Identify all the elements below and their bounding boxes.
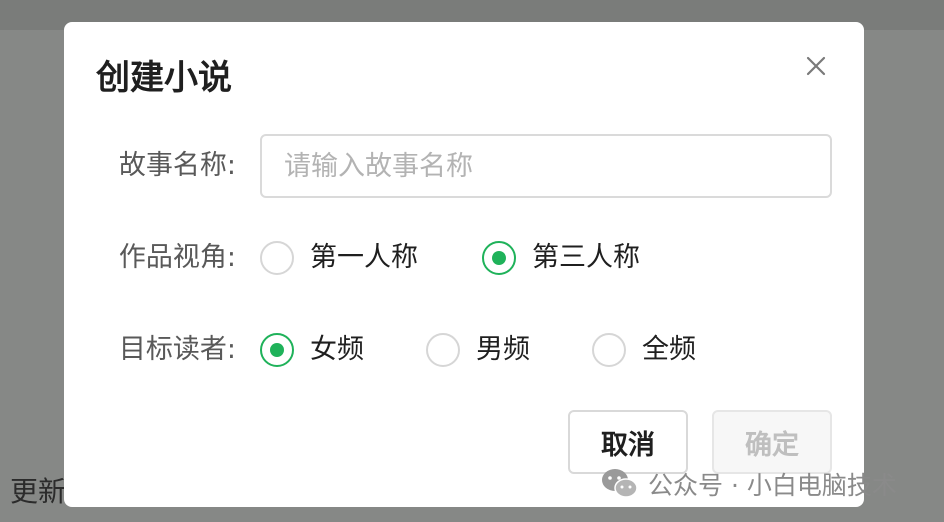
wechat-icon: [600, 466, 640, 502]
audience-female-radio[interactable]: 女频: [260, 330, 364, 370]
radio-label: 男频: [476, 334, 530, 365]
audience-all-radio[interactable]: 全频: [592, 330, 696, 370]
radio-circle: [592, 333, 626, 367]
radio-circle-checked: [260, 333, 294, 367]
close-icon: [806, 56, 826, 76]
audience-male-radio[interactable]: 男频: [426, 330, 530, 370]
radio-circle-checked: [482, 241, 516, 275]
close-button[interactable]: [800, 50, 832, 82]
create-novel-dialog: 创建小说 故事名称: 作品视角: 第一人称 第三人称 目标读者: 女频 男频 全…: [64, 22, 864, 507]
perspective-label: 作品视角:: [118, 242, 236, 273]
audience-label: 目标读者:: [118, 334, 236, 365]
watermark-text: 公众号 · 小白电脑技术: [648, 471, 897, 500]
radio-label: 第一人称: [310, 242, 418, 273]
radio-circle: [426, 333, 460, 367]
background-partial-text: 更新: [10, 475, 67, 508]
radio-label: 女频: [310, 334, 364, 365]
perspective-first-person-radio[interactable]: 第一人称: [260, 238, 418, 278]
radio-circle: [260, 241, 294, 275]
story-name-label: 故事名称:: [118, 150, 236, 181]
radio-label: 全频: [642, 334, 696, 365]
story-name-input[interactable]: [260, 134, 832, 198]
watermark: 公众号 · 小白电脑技术: [600, 462, 897, 506]
dialog-title: 创建小说: [96, 58, 232, 98]
radio-label: 第三人称: [532, 242, 640, 273]
perspective-third-person-radio[interactable]: 第三人称: [482, 238, 640, 278]
